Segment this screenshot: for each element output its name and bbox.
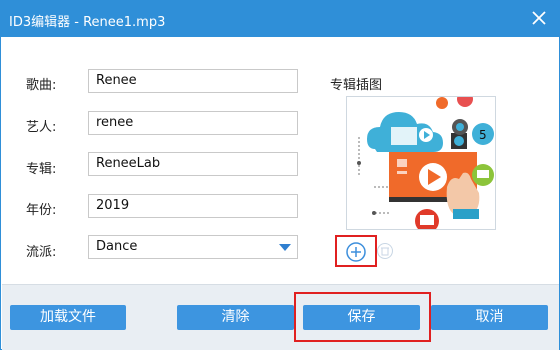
id3-editor-window: ID3编辑器 - Renee1.mp3 歌曲: Renee 艺人: renee … [0,0,560,350]
trash-icon [377,243,393,259]
album-label: 专辑: [26,162,57,177]
year-input[interactable]: 2019 [88,194,298,218]
close-icon [532,11,546,25]
genre-label: 流派: [26,245,57,260]
add-album-art-button[interactable] [335,235,377,267]
load-file-button[interactable]: 加载文件 [10,305,126,330]
title-bar: ID3编辑器 - Renee1.mp3 [1,1,559,37]
delete-album-art-button[interactable] [377,243,393,259]
genre-select[interactable]: Dance [88,235,298,259]
artist-input[interactable]: renee [88,111,298,135]
dropdown-arrow-icon[interactable] [279,244,291,251]
artist-label: 艺人: [26,120,57,135]
save-button[interactable]: 保存 [303,305,420,330]
album-art-image: 5 [346,96,496,230]
svg-text:5: 5 [479,128,487,142]
add-icon [346,242,366,262]
year-label: 年份: [26,203,57,218]
close-button[interactable] [529,8,549,28]
window-title: ID3编辑器 - Renee1.mp3 [9,15,166,30]
clear-button[interactable]: 清除 [177,305,294,330]
song-label: 歌曲: [26,78,57,93]
album-art-label: 专辑插图 [330,78,383,93]
cancel-button[interactable]: 取消 [431,305,548,330]
album-input[interactable]: ReneeLab [88,152,298,176]
song-input[interactable]: Renee [88,69,298,93]
genre-value: Dance [96,239,138,254]
